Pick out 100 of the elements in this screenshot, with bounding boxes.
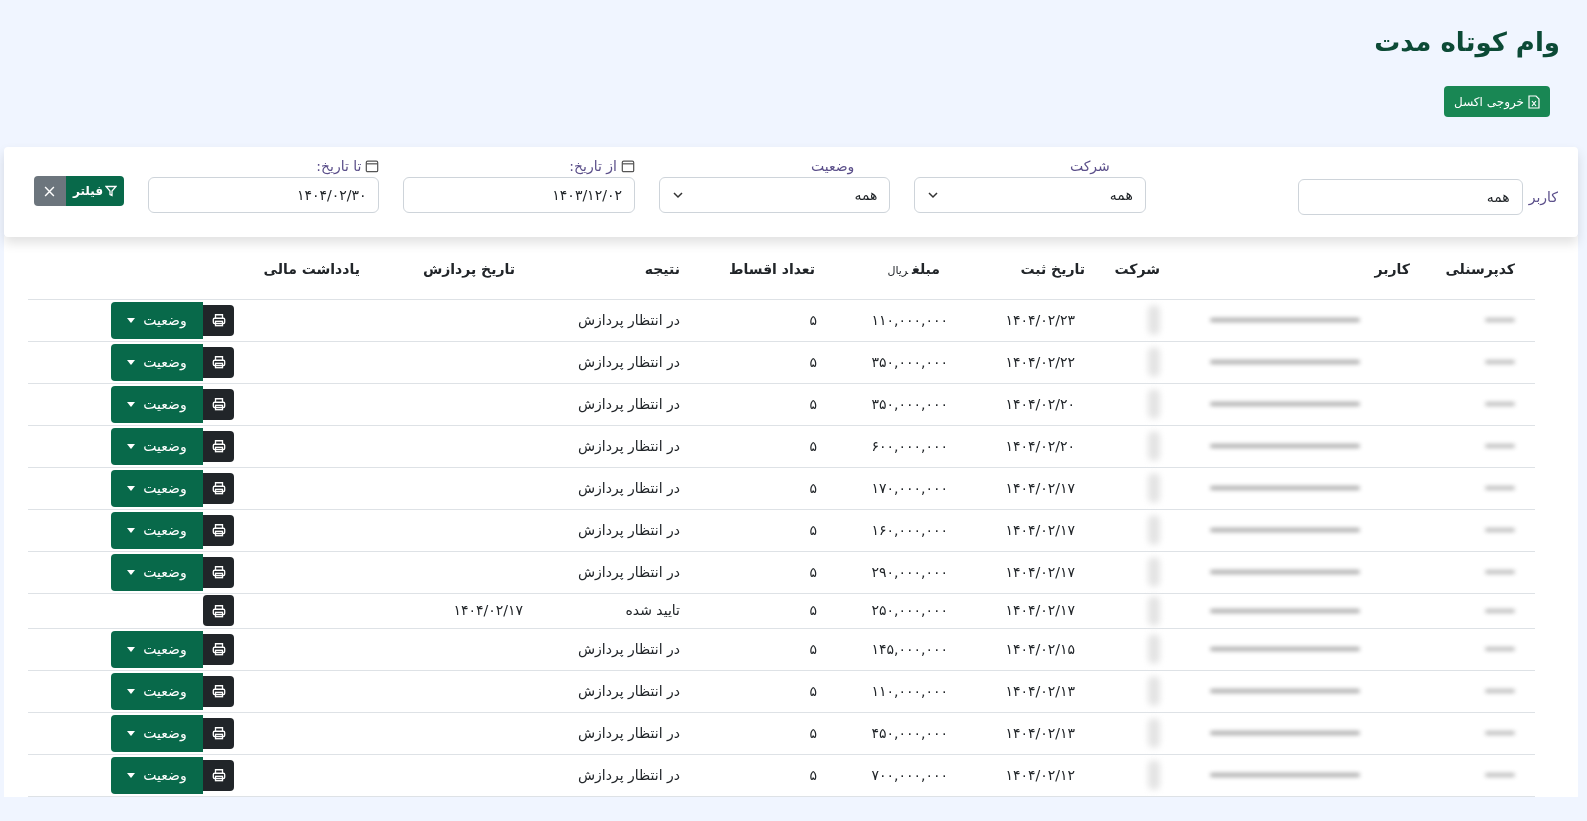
print-button[interactable] [203,472,234,504]
status-select[interactable]: همه [658,177,891,213]
blurred-text [1485,608,1515,613]
status-dropdown-button[interactable]: وضعیت [111,301,203,339]
column-header: کدپرسنلی [1445,260,1515,277]
column-header: تاریخ پردازش [422,260,515,277]
table-cell: ۵ [809,724,817,741]
print-button[interactable] [203,514,234,546]
chevron-down-icon [927,189,940,201]
printer-icon [211,684,226,698]
table-cell: ۳۵۰,۰۰۰,۰۰۰ [871,353,948,370]
from-date-field[interactable]: ۱۴۰۳/۱۲/۰۲ [403,177,635,213]
table-cell: در انتظار پردازش [578,437,680,454]
printer-icon [211,313,226,327]
table-cell: ۵ [809,563,817,580]
printer-icon [211,768,226,782]
print-button[interactable] [203,388,234,420]
status-dropdown-button[interactable]: وضعیت [111,427,203,465]
table-cell: ۱۱۰,۰۰۰,۰۰۰ [871,682,948,699]
table-cell: ۵ [809,437,817,454]
table-cell: ۵ [809,311,817,328]
status-dropdown-button[interactable]: وضعیت [111,343,203,381]
column-header: یادداشت مالی [263,260,360,277]
status-dropdown-button[interactable]: وضعیت [111,714,203,752]
table-cell: در انتظار پردازش [578,479,680,496]
status-dropdown-button[interactable]: وضعیت [111,672,203,710]
caret-down-icon [127,569,136,575]
status-dropdown-button[interactable]: وضعیت [111,756,203,794]
table-cell: ۱۴۰۴/۰۲/۱۷ [1005,563,1075,580]
table-cell: ۲۵۰,۰۰۰,۰۰۰ [871,602,948,618]
table-cell: ۵ [809,766,817,783]
table-cell: در انتظار پردازش [578,682,680,699]
table-cell: ۱۴۰۴/۰۲/۲۰ [1005,395,1075,412]
filter-button[interactable]: فیلتر [66,176,124,206]
table-cell: ۳۵۰,۰۰۰,۰۰۰ [871,395,948,412]
print-button[interactable] [203,346,234,378]
table-cell: ۱۴۰۴/۰۲/۱۷ [1005,602,1075,618]
column-header: نتیجه [644,260,680,277]
caret-down-icon [127,443,136,449]
blurred-text [1148,305,1160,335]
excel-file-icon [1528,94,1540,109]
caret-down-icon [127,401,136,407]
table-cell: ۱۴۰۴/۰۲/۲۰ [1005,437,1075,454]
table-cell: ۲۹۰,۰۰۰,۰۰۰ [871,563,948,580]
caret-down-icon [127,646,136,652]
table-cell: ۱۴۰۴/۰۲/۱۳ [1005,682,1075,699]
status-dropdown-button[interactable]: وضعیت [111,469,203,507]
table-cell: ۵ [809,395,817,412]
table-cell: ۷۰۰,۰۰۰,۰۰۰ [871,766,948,783]
table-cell: ۵ [809,353,817,370]
print-button[interactable] [203,717,234,749]
printer-icon [211,481,226,495]
user-label: کاربر [1528,187,1558,208]
table-cell: ۱۴۰۴/۰۲/۲۲ [1005,353,1075,370]
table-cell: در انتظار پردازش [578,563,680,580]
blurred-text [1148,676,1160,706]
table-cell: ۶۰۰,۰۰۰,۰۰۰ [871,437,948,454]
column-header: کاربر [1374,260,1410,277]
blurred-text [1148,431,1160,461]
caret-down-icon [127,688,136,694]
blurred-text [1148,347,1160,377]
blurred-text [1148,389,1160,419]
printer-icon [211,642,226,656]
table-cell: در انتظار پردازش [578,766,680,783]
table-cell: ۵ [809,602,817,618]
table-cell: در انتظار پردازش [578,640,680,657]
company-select[interactable]: همه [914,177,1146,213]
table-cell: ۱۴۰۴/۰۲/۱۲ [1005,766,1075,783]
print-button[interactable] [203,304,234,336]
to-date-field[interactable]: ۱۴۰۴/۰۲/۳۰ [148,177,380,213]
blurred-text [1148,557,1160,587]
caret-down-icon [127,730,136,736]
caret-down-icon [127,359,136,365]
status-dropdown-button[interactable]: وضعیت [111,553,203,591]
table-cell: ۱۴۰۴/۰۲/۱۷ [1005,479,1075,496]
table-cell: ۱۴۰۴/۰۲/۱۷ [1005,521,1075,538]
page-title: وام کوتاه مدت [1374,26,1560,60]
printer-icon [211,523,226,537]
print-button[interactable] [203,595,234,626]
printer-icon [211,355,226,369]
print-button[interactable] [203,633,234,665]
print-button[interactable] [203,675,234,707]
print-button[interactable] [203,759,234,791]
table-cell: ۱۷۰,۰۰۰,۰۰۰ [871,479,948,496]
caret-down-icon [127,317,136,323]
table-cell: ۱۴۰۴/۰۲/۱۳ [1005,724,1075,741]
table-cell: ۱۱۰,۰۰۰,۰۰۰ [871,311,948,328]
status-dropdown-button[interactable]: وضعیت [111,385,203,423]
user-field[interactable]: همه [1297,179,1523,215]
status-dropdown-button[interactable]: وضعیت [111,630,203,668]
status-dropdown-button[interactable]: وضعیت [111,511,203,549]
print-button[interactable] [203,556,234,588]
blurred-text [1148,595,1160,626]
table-cell: ۵ [809,640,817,657]
export-excel-button[interactable]: خروجی اکسل [1444,86,1550,117]
printer-icon [211,565,226,579]
table-cell: ۵ [809,521,817,538]
caret-down-icon [127,485,136,491]
clear-button[interactable] [34,176,66,206]
print-button[interactable] [203,430,234,462]
